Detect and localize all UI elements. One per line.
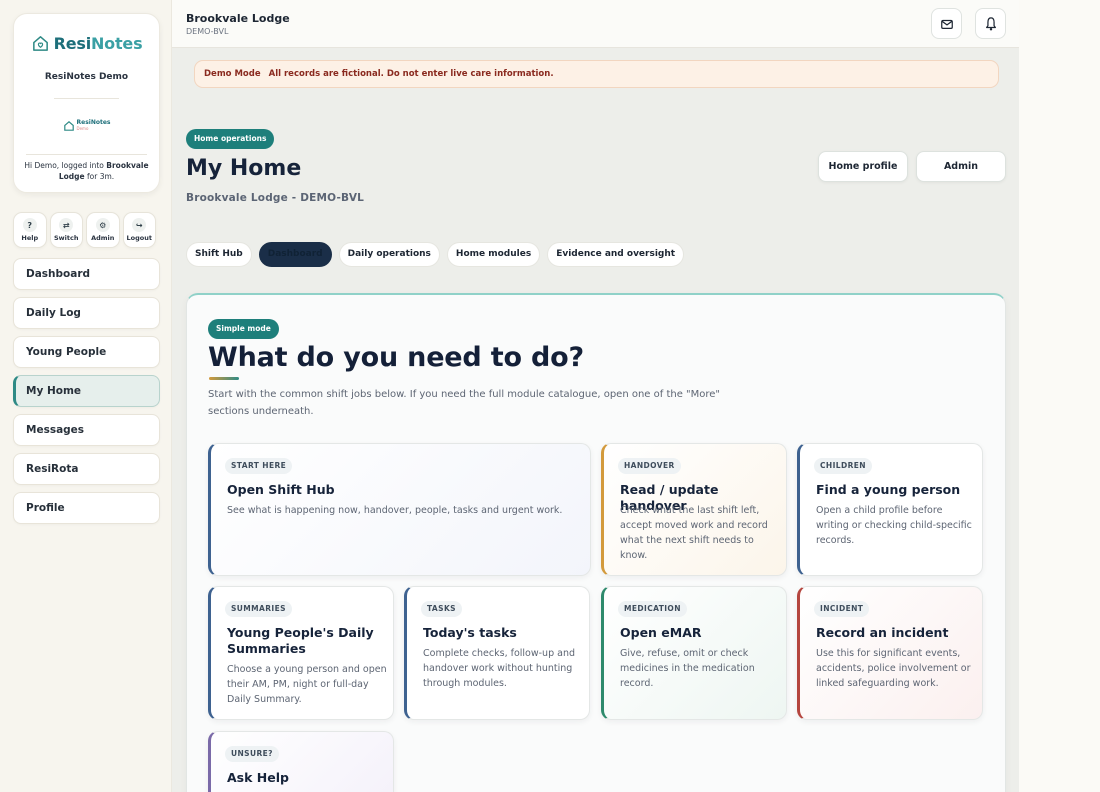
- brand-logo[interactable]: ResiNotes: [14, 34, 159, 53]
- card-tag: HANDOVER: [618, 458, 681, 474]
- card-title: Ask Help: [227, 770, 289, 785]
- section-pill: Home operations: [186, 129, 275, 149]
- org-name: ResiNotes Demo: [44, 72, 129, 82]
- tab-home-modules[interactable]: Home modules: [446, 242, 541, 267]
- card-title: Young People's Daily Summaries: [227, 625, 374, 656]
- help-button[interactable]: ? Help: [13, 212, 47, 248]
- gear-icon: ⚙: [95, 218, 110, 232]
- notifications-button[interactable]: [975, 8, 1006, 39]
- card-description: Choose a young person and open their AM,…: [227, 664, 387, 705]
- card-title: Find a young person: [816, 482, 961, 497]
- demo-mode-label: Demo Mode: [204, 69, 261, 79]
- card-find-young-person[interactable]: CHILDREN Find a young person Open a chil…: [797, 443, 983, 576]
- simple-mode-pill: Simple mode: [208, 319, 279, 339]
- card-open-shift-hub[interactable]: START HERE Open Shift Hub See what is ha…: [208, 443, 591, 576]
- card-handover[interactable]: HANDOVER Read / update handover Check wh…: [601, 443, 787, 576]
- card-open-emar[interactable]: MEDICATION Open eMAR Give, refuse, omit …: [601, 586, 787, 720]
- mini-name: ResiNotes: [76, 119, 111, 126]
- card-description: Give, refuse, omit or check medicines in…: [620, 648, 755, 689]
- help-label: Help: [21, 234, 39, 242]
- card-title: Open Shift Hub: [227, 482, 335, 497]
- help-icon: ?: [22, 218, 37, 232]
- quick-actions: ? Help ⇄ Switch ⚙ Admin ↪ Logout: [13, 212, 160, 248]
- card-tag: UNSURE?: [225, 746, 279, 762]
- house-heart-icon: [32, 36, 48, 51]
- admin-quick-button[interactable]: ⚙ Admin: [86, 212, 120, 248]
- demo-mode-banner: Demo Mode All records are fictional. Do n…: [194, 60, 999, 88]
- tab-evidence-and-oversight[interactable]: Evidence and oversight: [547, 242, 685, 267]
- card-title: Open eMAR: [620, 625, 702, 640]
- demo-mode-text: All records are fictional. Do not enter …: [268, 69, 554, 79]
- bell-icon: [985, 16, 996, 30]
- card-tag: CHILDREN: [814, 458, 872, 474]
- card-description: Complete checks, follow-up and handover …: [423, 648, 575, 689]
- card-description: See what is happening now, handover, peo…: [227, 505, 563, 516]
- card-title: Record an incident: [816, 625, 949, 640]
- admin-button[interactable]: Admin: [916, 151, 1006, 182]
- page-title: My Home: [186, 156, 302, 181]
- card-tag: SUMMARIES: [225, 601, 292, 617]
- panel-intro: Start with the common shift jobs below. …: [208, 389, 721, 417]
- card-ask-help[interactable]: UNSURE? Ask Help: [208, 731, 394, 792]
- switch-button[interactable]: ⇄ Switch: [49, 212, 83, 248]
- card-tag: INCIDENT: [814, 601, 870, 617]
- card-description: Use this for significant events, acciden…: [816, 648, 971, 689]
- tab-shift-hub[interactable]: Shift Hub: [186, 242, 252, 267]
- right-margin: [1019, 0, 1100, 792]
- card-tag: TASKS: [421, 601, 462, 617]
- house-mini-icon: [63, 121, 74, 131]
- login-prefix: Hi Demo, logged into: [24, 161, 107, 170]
- sidebar: ResiNotes ResiNotes Demo ResiNotes Demo H…: [0, 0, 172, 792]
- messages-button[interactable]: [931, 8, 962, 39]
- card-title: Today's tasks: [423, 625, 517, 640]
- mail-icon: [940, 19, 953, 29]
- home-name: Brookvale Lodge: [186, 12, 290, 25]
- card-tag: MEDICATION: [618, 601, 687, 617]
- sidebar-item-young-people[interactable]: Young People: [13, 336, 160, 368]
- login-status: Hi Demo, logged into Brookvale Lodge for…: [24, 160, 149, 182]
- sidebar-item-messages[interactable]: Messages: [13, 414, 160, 446]
- card-tag: START HERE: [225, 458, 293, 474]
- switch-label: Switch: [53, 234, 79, 242]
- tab-dashboard[interactable]: Dashboard: [258, 242, 332, 267]
- sidebar-item-daily-log[interactable]: Daily Log: [13, 297, 160, 329]
- panel-heading: What do you need to do?: [208, 342, 584, 373]
- tab-bar: Shift Hub Dashboard Daily operations Hom…: [186, 242, 685, 267]
- home-code: DEMO-BVL: [186, 27, 229, 36]
- card-todays-tasks[interactable]: TASKS Today's tasks Complete checks, fol…: [404, 586, 590, 720]
- sidebar-item-profile[interactable]: Profile: [13, 492, 160, 524]
- sidebar-item-dashboard[interactable]: Dashboard: [13, 258, 160, 290]
- brand-name-b: Notes: [90, 34, 143, 53]
- tab-daily-operations[interactable]: Daily operations: [338, 242, 440, 267]
- sidebar-item-my-home[interactable]: My Home: [13, 375, 160, 407]
- home-profile-button[interactable]: Home profile: [818, 151, 908, 182]
- card-description: Open a child profile before writing or c…: [816, 505, 972, 546]
- brand-card: ResiNotes ResiNotes Demo ResiNotes Demo H…: [13, 13, 160, 193]
- heading-underline: [209, 377, 239, 380]
- card-record-incident[interactable]: INCIDENT Record an incident Use this for…: [797, 586, 983, 720]
- login-suffix: for 3m.: [84, 172, 115, 181]
- sidebar-nav: Dashboard Daily Log Young People My Home…: [13, 258, 160, 531]
- sidebar-item-resirota[interactable]: ResiRota: [13, 453, 160, 485]
- divider: [54, 98, 119, 99]
- admin-label: Admin: [91, 234, 115, 242]
- logout-icon: ↪: [132, 218, 147, 232]
- logout-label: Logout: [126, 234, 152, 242]
- divider: [26, 154, 147, 155]
- topbar: Brookvale Lodge DEMO-BVL: [172, 0, 1019, 48]
- brand-name-a: Resi: [53, 34, 92, 53]
- mini-tag: Demo: [76, 126, 89, 131]
- org-logo: ResiNotes Demo: [14, 120, 159, 132]
- page-subtitle: Brookvale Lodge - DEMO-BVL: [186, 192, 365, 204]
- switch-icon: ⇄: [59, 218, 74, 232]
- card-description: Check what the last shift left, accept m…: [620, 505, 768, 561]
- card-daily-summaries[interactable]: SUMMARIES Young People's Daily Summaries…: [208, 586, 394, 720]
- logout-button[interactable]: ↪ Logout: [122, 212, 156, 248]
